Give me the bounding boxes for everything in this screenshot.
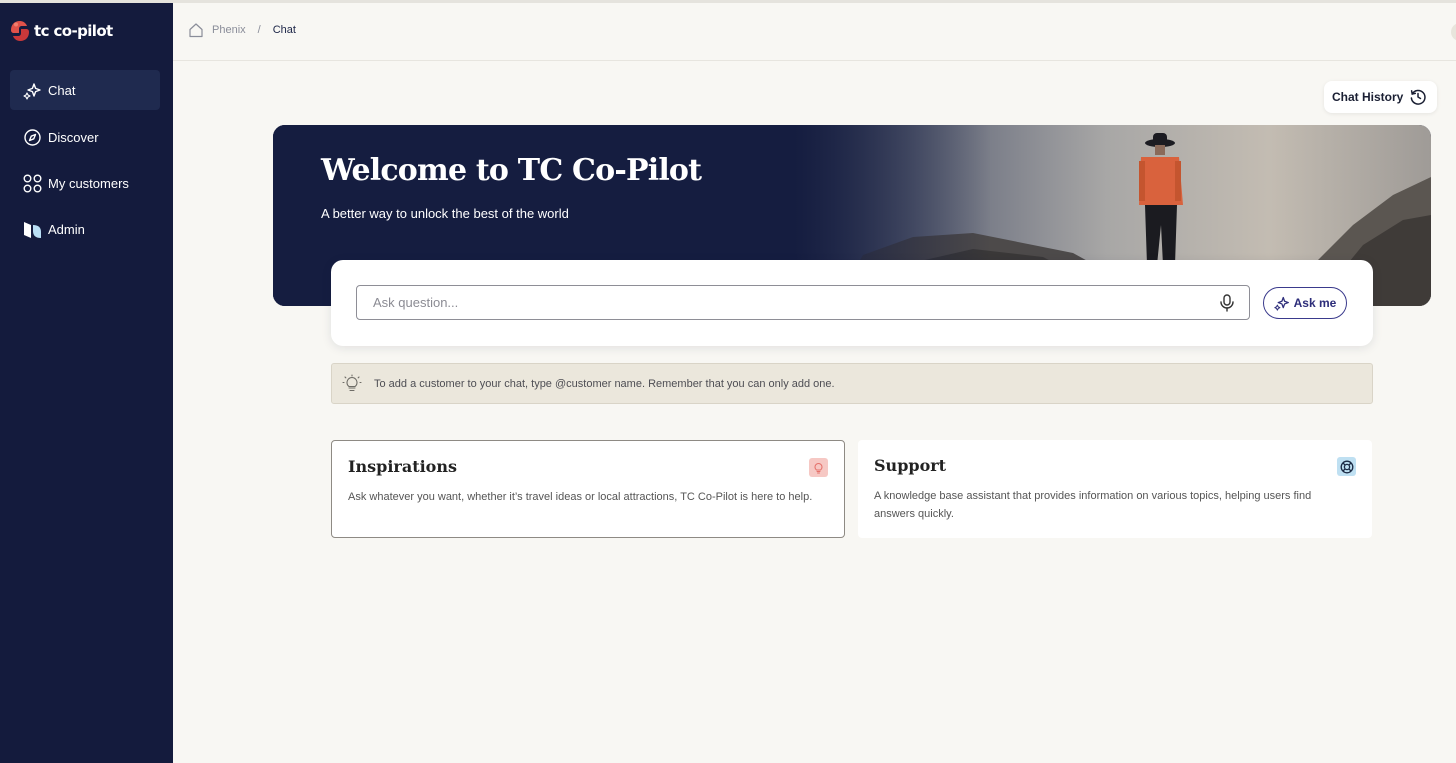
sidebar-item-label: Discover bbox=[48, 129, 99, 145]
admin-logo-icon bbox=[23, 220, 42, 239]
sidebar: tc co-pilot Chat Discover My customers A… bbox=[0, 3, 173, 763]
breadcrumb-bar: Phenix / Chat bbox=[173, 3, 1456, 61]
brand-name: tc co-pilot bbox=[34, 22, 113, 40]
top-border bbox=[0, 0, 1456, 3]
sidebar-item-admin[interactable]: Admin bbox=[10, 209, 160, 249]
history-clock-icon bbox=[1410, 89, 1427, 105]
card-description: Ask whatever you want, whether it’s trav… bbox=[348, 491, 813, 503]
user-avatar-edge[interactable] bbox=[1451, 23, 1456, 41]
sparkle-icon bbox=[1273, 296, 1289, 311]
card-title: Inspirations bbox=[348, 457, 457, 476]
inspirations-card[interactable]: Inspirations Ask whatever you want, whet… bbox=[331, 440, 845, 538]
sidebar-item-chat[interactable]: Chat bbox=[10, 70, 160, 110]
home-icon[interactable] bbox=[188, 22, 204, 38]
lifebuoy-icon bbox=[1337, 457, 1356, 476]
breadcrumb-separator: / bbox=[257, 24, 261, 36]
sidebar-item-label: Chat bbox=[48, 82, 76, 98]
breadcrumb-current: Chat bbox=[272, 24, 296, 36]
sidebar-item-label: My customers bbox=[48, 175, 129, 191]
chat-history-label: Chat History bbox=[1332, 90, 1404, 104]
sidebar-item-discover[interactable]: Discover bbox=[10, 117, 160, 157]
lightbulb-icon bbox=[342, 373, 362, 391]
support-card[interactable]: Support A knowledge base assistant that … bbox=[858, 440, 1372, 538]
tip-banner: To add a customer to your chat, type @cu… bbox=[331, 363, 1373, 404]
compass-icon bbox=[23, 128, 42, 147]
sidebar-item-my-customers[interactable]: My customers bbox=[10, 163, 160, 203]
breadcrumb: Phenix / Chat bbox=[188, 22, 296, 38]
search-card: Ask me bbox=[331, 260, 1373, 346]
tip-text: To add a customer to your chat, type @cu… bbox=[374, 377, 835, 390]
main-content: Phenix / Chat Chat History Welcome to TC… bbox=[173, 3, 1456, 763]
ask-me-button[interactable]: Ask me bbox=[1263, 287, 1347, 319]
breadcrumb-root-link[interactable]: Phenix bbox=[212, 24, 246, 36]
ask-me-label: Ask me bbox=[1293, 296, 1337, 310]
card-description: A knowledge base assistant that provides… bbox=[874, 490, 1312, 520]
chat-history-button[interactable]: Chat History bbox=[1324, 81, 1438, 113]
lightbulb-icon bbox=[809, 458, 828, 477]
brand-logo-icon bbox=[11, 21, 29, 41]
search-box bbox=[356, 285, 1250, 320]
sidebar-item-label: Admin bbox=[48, 221, 85, 237]
question-input[interactable] bbox=[373, 295, 1193, 310]
hero-title: Welcome to TC Co-Pilot bbox=[321, 153, 702, 188]
sparkle-icon bbox=[23, 81, 42, 100]
card-title: Support bbox=[874, 456, 947, 475]
microphone-icon[interactable] bbox=[1219, 294, 1235, 312]
hero-subtitle: A better way to unlock the best of the w… bbox=[321, 206, 569, 221]
grid-circles-icon bbox=[23, 174, 42, 193]
brand[interactable]: tc co-pilot bbox=[10, 20, 113, 42]
